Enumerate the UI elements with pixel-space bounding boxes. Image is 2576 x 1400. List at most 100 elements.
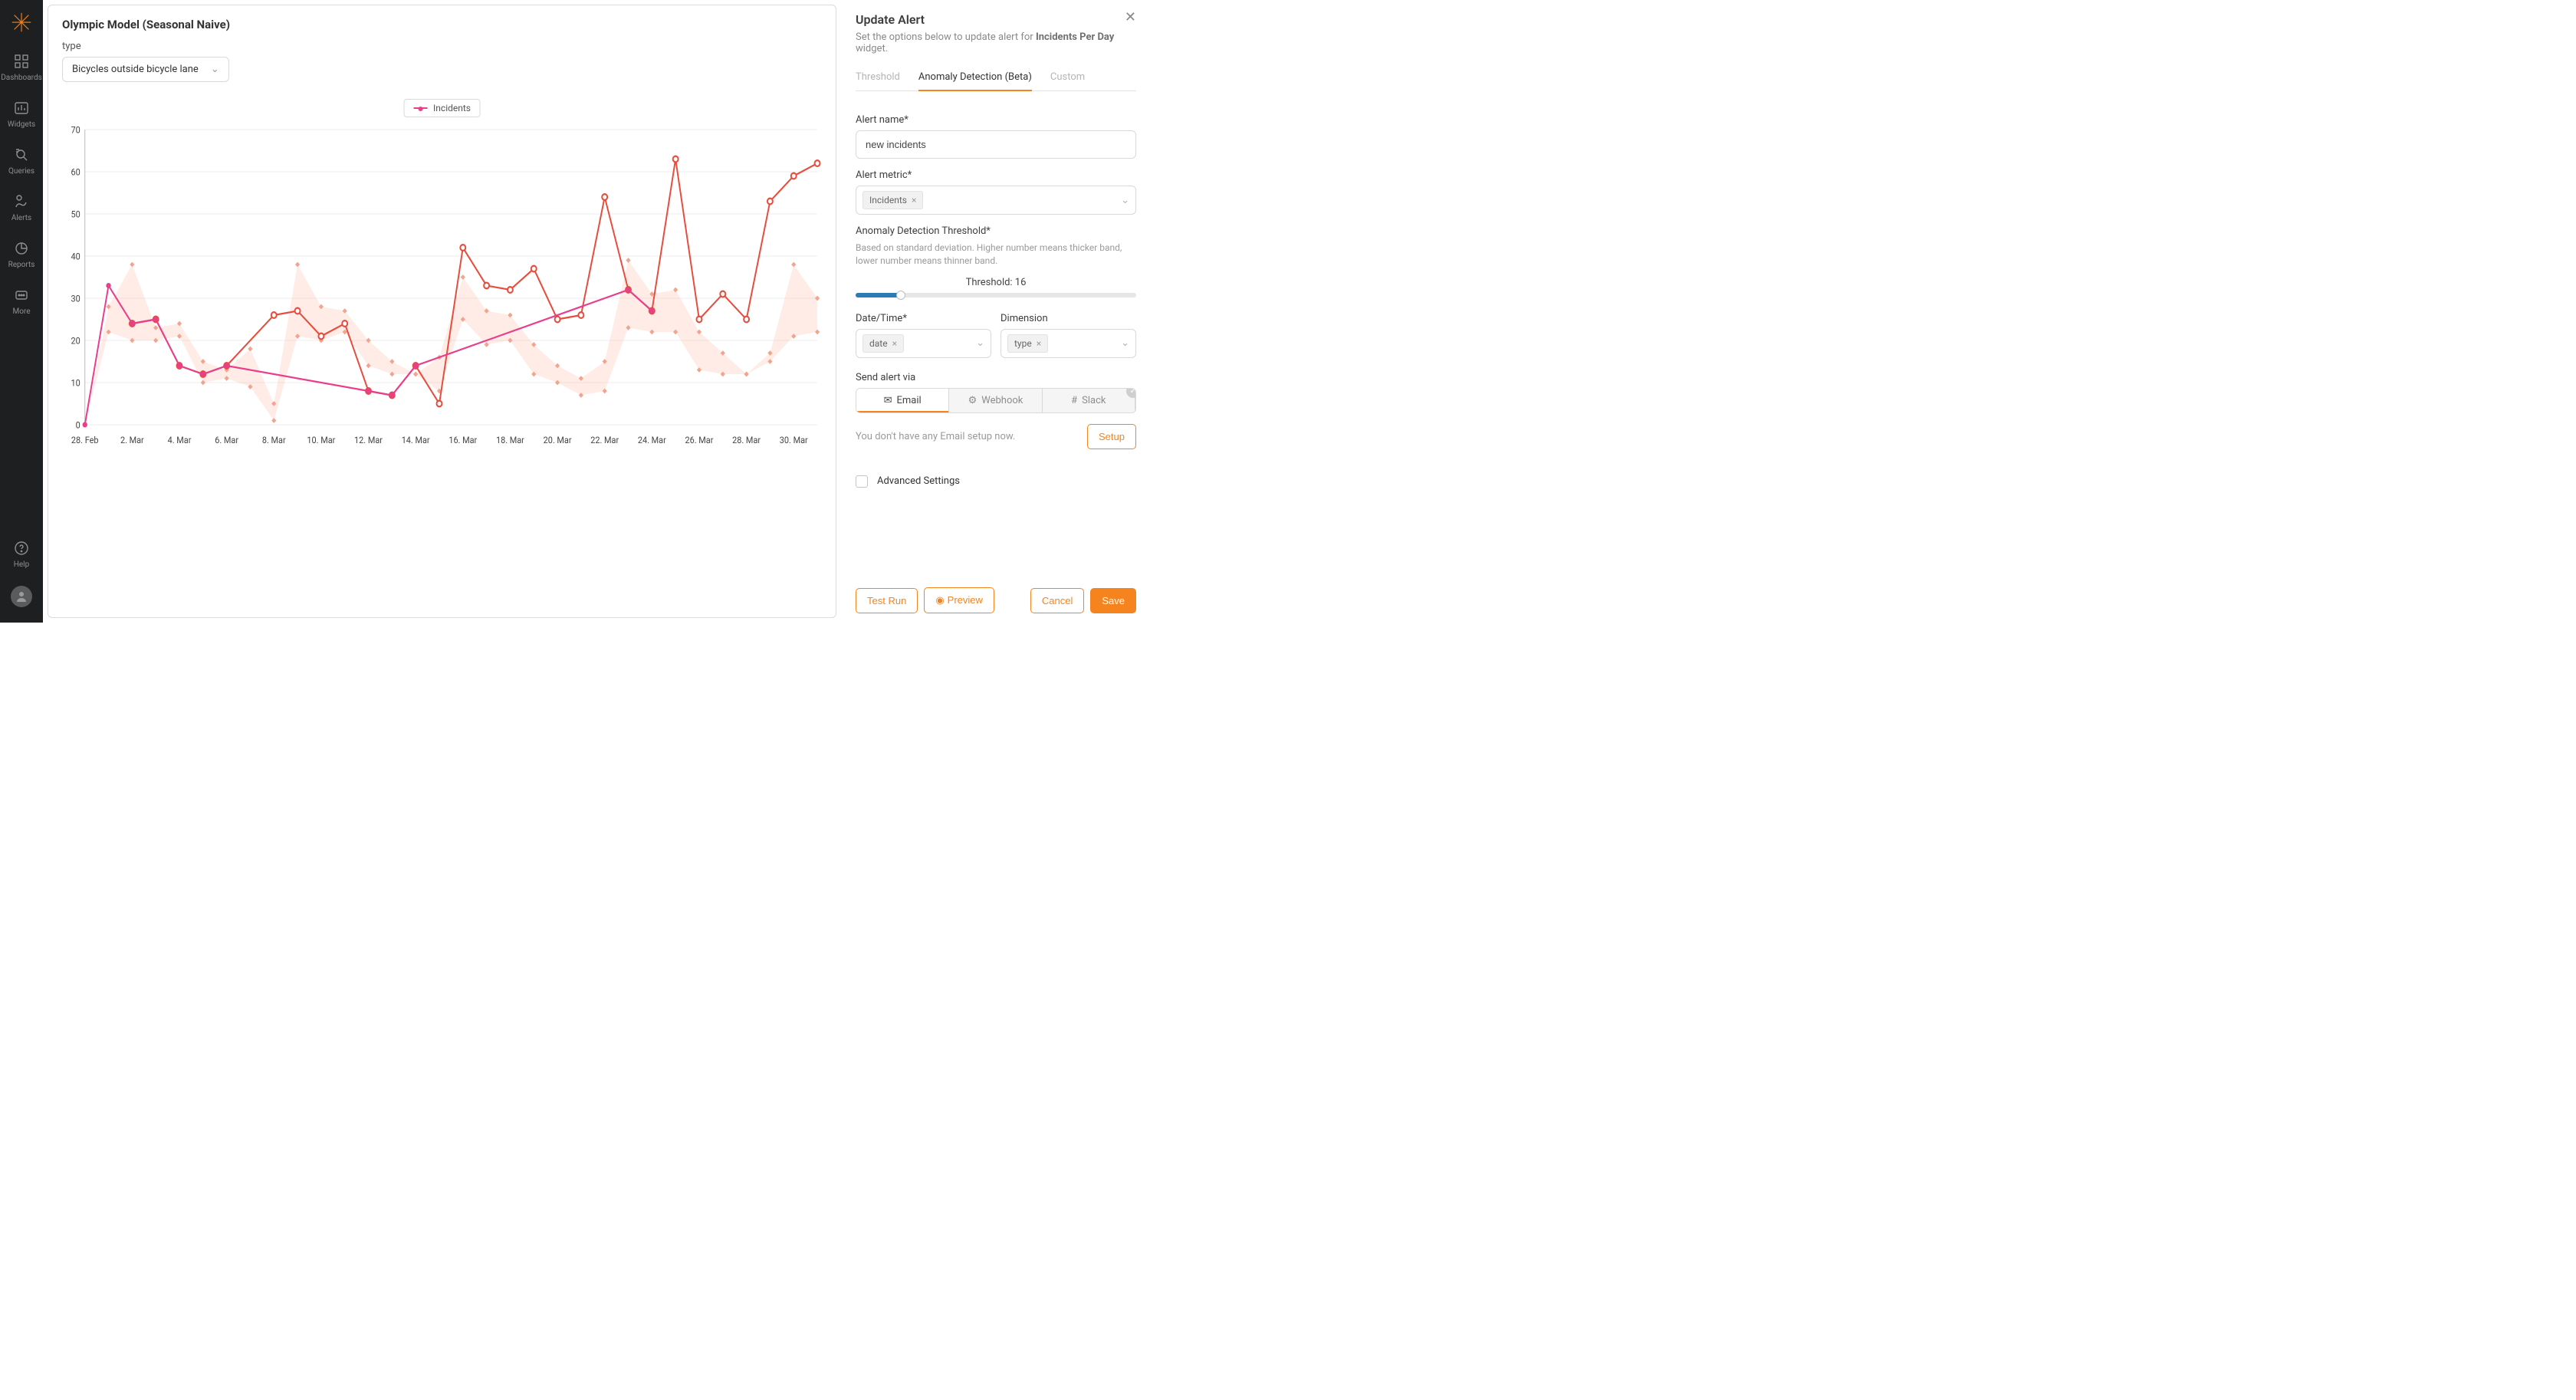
brand-logo (10, 11, 33, 34)
svg-text:0: 0 (76, 419, 80, 431)
type-filter-dropdown[interactable]: Bicycles outside bicycle lane ⌄ (62, 57, 229, 82)
chevron-down-icon: ⌄ (1121, 195, 1129, 206)
setup-button[interactable]: Setup (1087, 424, 1136, 449)
send-via-segmented: ✉ Email ⚙ Webhook # Slack ✓ (856, 388, 1136, 413)
send-via-webhook[interactable]: ⚙ Webhook (949, 389, 1042, 412)
panel-subtitle: Set the options below to update alert fo… (856, 31, 1136, 54)
svg-text:26. Mar: 26. Mar (685, 435, 714, 446)
nav-more[interactable]: More (12, 286, 31, 316)
chart-title: Olympic Model (Seasonal Naive) (62, 18, 822, 31)
svg-text:8. Mar: 8. Mar (262, 435, 286, 446)
queries-icon (12, 146, 31, 164)
cancel-button[interactable]: Cancel (1030, 588, 1084, 613)
tab-custom[interactable]: Custom (1050, 71, 1085, 90)
slack-icon: # (1071, 395, 1077, 406)
main-area: Olympic Model (Seasonal Naive) type Bicy… (43, 0, 841, 623)
nav-label: Widgets (8, 120, 35, 129)
nav-dashboards[interactable]: Dashboards (1, 52, 42, 82)
test-run-button[interactable]: Test Run (856, 588, 918, 613)
dashboards-icon (12, 52, 31, 71)
update-alert-panel: Update Alert ✕ Set the options below to … (841, 0, 1150, 623)
chevron-down-icon: ⌄ (211, 64, 219, 75)
remove-tag-icon[interactable]: × (892, 338, 897, 349)
svg-text:30: 30 (71, 293, 80, 304)
nav-label: Help (14, 560, 29, 569)
alert-name-input[interactable] (856, 130, 1136, 159)
svg-text:2. Mar: 2. Mar (120, 435, 144, 446)
nav-label: Queries (8, 167, 34, 176)
preview-button[interactable]: ◉Preview (924, 587, 994, 613)
nav-label: More (12, 307, 30, 316)
dimension-select[interactable]: type × ⌄ (1001, 329, 1136, 358)
svg-text:70: 70 (71, 124, 80, 136)
nav-widgets[interactable]: Widgets (8, 99, 35, 129)
check-icon: ✓ (1126, 388, 1136, 398)
nav-help[interactable]: Help (12, 539, 31, 569)
slider-fill (856, 293, 901, 297)
chevron-down-icon: ⌄ (1121, 337, 1129, 349)
remove-tag-icon[interactable]: × (1037, 338, 1041, 349)
svg-text:20: 20 (71, 335, 80, 347)
nav-label: Dashboards (1, 74, 42, 82)
reports-icon (12, 239, 31, 258)
tab-threshold[interactable]: Threshold (856, 71, 900, 90)
tab-anomaly-detection[interactable]: Anomaly Detection (Beta) (918, 71, 1032, 90)
nav-reports[interactable]: Reports (8, 239, 35, 269)
date-label: Date/Time* (856, 313, 991, 324)
panel-form: Alert name* Alert metric* Incidents × ⌄ … (856, 104, 1136, 576)
send-via-email[interactable]: ✉ Email (856, 389, 949, 412)
alert-name-label: Alert name* (856, 114, 1136, 126)
svg-text:18. Mar: 18. Mar (496, 435, 524, 446)
svg-text:40: 40 (71, 251, 80, 262)
panel-footer: Test Run ◉Preview Cancel Save (856, 576, 1136, 613)
svg-text:4. Mar: 4. Mar (168, 435, 192, 446)
close-icon[interactable]: ✕ (1125, 11, 1136, 25)
threshold-slider[interactable] (856, 293, 1136, 297)
svg-text:16. Mar: 16. Mar (449, 435, 477, 446)
nav-label: Reports (8, 261, 35, 269)
advanced-label: Advanced Settings (877, 475, 960, 487)
no-email-message: You don't have any Email setup now. (856, 431, 1079, 442)
legend-label: Incidents (433, 103, 471, 113)
save-button[interactable]: Save (1090, 588, 1136, 613)
svg-text:30. Mar: 30. Mar (780, 435, 808, 446)
svg-text:60: 60 (71, 166, 80, 178)
svg-text:20. Mar: 20. Mar (544, 435, 572, 446)
panel-tabs: Threshold Anomaly Detection (Beta) Custo… (856, 71, 1136, 91)
nav-label: Alerts (12, 214, 31, 222)
threshold-hint: Based on standard deviation. Higher numb… (856, 242, 1136, 268)
send-via-label: Send alert via (856, 372, 1136, 383)
nav-queries[interactable]: Queries (8, 146, 34, 176)
svg-text:22. Mar: 22. Mar (590, 435, 619, 446)
svg-text:24. Mar: 24. Mar (638, 435, 666, 446)
threshold-value: Threshold: 16 (856, 277, 1136, 288)
alerts-icon (12, 192, 31, 211)
nav-alerts[interactable]: Alerts (12, 192, 31, 222)
date-select[interactable]: date × ⌄ (856, 329, 991, 358)
filter-label: type (62, 41, 822, 52)
advanced-settings-row[interactable]: Advanced Settings (856, 475, 1136, 488)
user-avatar[interactable] (11, 586, 32, 607)
svg-text:28. Mar: 28. Mar (732, 435, 761, 446)
webhook-icon: ⚙ (968, 395, 978, 406)
alert-metric-label: Alert metric* (856, 169, 1136, 181)
more-icon (12, 286, 31, 304)
slider-thumb[interactable] (896, 291, 905, 300)
chart-legend[interactable]: Incidents (403, 99, 481, 117)
svg-text:28. Feb: 28. Feb (71, 435, 99, 446)
remove-tag-icon[interactable]: × (912, 195, 916, 205)
alert-metric-select[interactable]: Incidents × ⌄ (856, 186, 1136, 215)
chart-area: Incidents 01020304050607028. Feb2. Mar4.… (62, 113, 822, 450)
metric-tag: Incidents × (863, 191, 923, 209)
chart-svg: 01020304050607028. Feb2. Mar4. Mar6. Mar… (62, 113, 822, 450)
send-via-slack[interactable]: # Slack (1043, 389, 1135, 412)
threshold-label: Anomaly Detection Threshold* (856, 225, 1136, 237)
chart-card: Olympic Model (Seasonal Naive) type Bicy… (48, 5, 836, 618)
eye-icon: ◉ (935, 594, 944, 606)
widgets-icon (12, 99, 31, 117)
dimension-tag: type × (1007, 334, 1048, 353)
svg-text:10. Mar: 10. Mar (307, 435, 335, 446)
advanced-checkbox[interactable] (856, 475, 868, 488)
svg-text:50: 50 (71, 209, 80, 220)
help-icon (12, 539, 31, 557)
